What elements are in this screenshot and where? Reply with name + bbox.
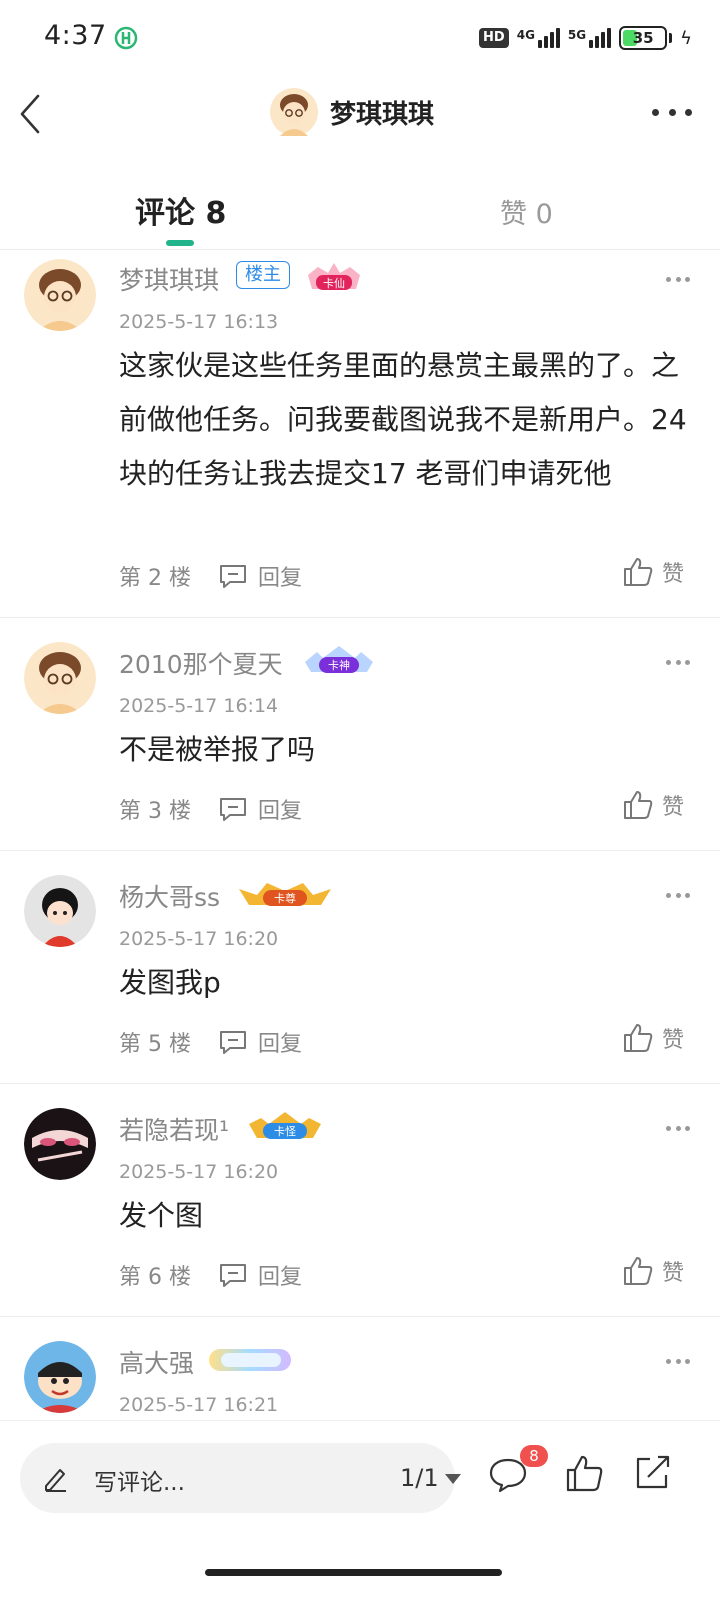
medal-label: 卡仙 (323, 277, 345, 290)
avatar[interactable] (24, 1108, 96, 1180)
tab-likes[interactable]: 赞 0 (500, 192, 553, 231)
comment-count-badge: 8 (520, 1445, 548, 1467)
comment-author[interactable]: 若隐若现¹ (119, 1111, 229, 1147)
comment-author[interactable]: 梦琪琪琪 (119, 261, 219, 297)
comment-placeholder: 写评论... (94, 1470, 185, 1496)
back-arrow-icon[interactable] (14, 92, 50, 136)
header-avatar[interactable] (270, 88, 318, 136)
level-medal-icon: 卡怪 (249, 1112, 321, 1139)
comment-author[interactable]: 2010那个夏天 (119, 645, 283, 681)
comment-actions: 第 6 楼 回复 赞 (119, 1257, 684, 1293)
reply-button[interactable]: 回复 (218, 560, 302, 592)
comment-item: 若隐若现¹ 卡怪 2025-5-17 16:20 发个图 第 6 楼 回复 赞 (0, 1084, 720, 1317)
hd-badge: HD (479, 28, 509, 48)
like-button[interactable]: 赞 (622, 1022, 684, 1054)
signal-4g-icon: 4G (517, 28, 560, 48)
reply-icon (220, 565, 246, 588)
comment-time: 2025-5-17 16:14 (119, 695, 279, 717)
thumbs-up-icon (623, 558, 653, 586)
comment-text: 不是被举报了吗 (119, 733, 316, 766)
comment-time: 2025-5-17 16:21 (119, 1394, 279, 1416)
comment-text: 发个图 (119, 1199, 204, 1232)
like-button[interactable]: 赞 (622, 1255, 684, 1287)
avatar[interactable] (24, 1341, 96, 1413)
pen-icon (45, 1469, 66, 1492)
comment-time: 2025-5-17 16:13 (119, 311, 279, 333)
bottom-bar: 写评论... 1/1 8 (0, 1420, 720, 1600)
avatar[interactable] (24, 875, 96, 947)
comment-more-icon[interactable] (666, 891, 690, 899)
tab-bar: 评论 8 赞 0 (0, 160, 720, 250)
comment-time: 2025-5-17 16:20 (119, 1161, 279, 1183)
comment-list: 梦琪琪琪 楼主 卡仙 2025-5-17 16:13 这家伙是这些任务里面的悬赏… (0, 251, 720, 1427)
battery-level: 35 (632, 29, 654, 47)
status-bar: 4:37 HD 4G 5G 35 ϟ (0, 0, 720, 76)
comment-item: 杨大哥ss 卡尊 2025-5-17 16:20 发图我p 第 5 楼 回复 赞 (0, 851, 720, 1084)
more-options-icon[interactable] (652, 100, 692, 124)
comment-text: 这家伙是这些任务里面的悬赏主最黑的了。之前做他任务。问我要截图说我不是新用户。2… (119, 349, 687, 490)
like-button[interactable]: 赞 (622, 556, 684, 588)
battery-icon: 35 (619, 26, 668, 50)
medal-label: 卡尊 (274, 891, 296, 905)
comment-actions: 第 3 楼 回复 赞 (119, 791, 684, 827)
comment-author[interactable]: 杨大哥ss (119, 878, 220, 914)
comment-item: 2010那个夏天 卡神 2025-5-17 16:14 不是被举报了吗 第 3 … (0, 618, 720, 851)
owner-badge: 楼主 (236, 261, 290, 289)
avatar[interactable] (24, 259, 96, 331)
avatar[interactable] (24, 642, 96, 714)
medal-label: 卡怪 (274, 1124, 296, 1138)
level-medal-icon: 卡尊 (239, 883, 331, 906)
reply-icon (220, 798, 246, 821)
charging-icon: ϟ (680, 27, 692, 49)
thumbs-up-icon (623, 1257, 653, 1285)
comment-more-icon[interactable] (666, 658, 690, 666)
top-nav: 梦琪琪琪 (0, 76, 720, 152)
floor-number: 第 6 楼 (119, 1265, 191, 1290)
reply-icon (220, 1264, 246, 1287)
comment-time: 2025-5-17 16:20 (119, 928, 279, 950)
comment-actions: 第 5 楼 回复 赞 (119, 1024, 684, 1060)
like-button[interactable]: 赞 (622, 789, 684, 821)
status-icons: HD 4G 5G 35 ϟ (479, 24, 692, 52)
comment-input[interactable]: 写评论... 1/1 (20, 1443, 461, 1513)
level-medal-icon (209, 1349, 291, 1371)
reply-button[interactable]: 回复 (218, 1026, 302, 1058)
chevron-down-icon[interactable] (445, 1474, 461, 1484)
comment-author[interactable]: 高大强 (119, 1344, 194, 1380)
status-time: 4:37 (44, 20, 107, 51)
comment-more-icon[interactable] (666, 1357, 690, 1365)
thumbs-up-icon[interactable] (564, 1453, 604, 1493)
level-medal-icon: 卡仙 (308, 263, 360, 290)
signal-5g-icon: 5G (568, 28, 612, 48)
tab-active-indicator (166, 240, 194, 246)
page-title: 梦琪琪琪 (330, 99, 435, 130)
comment-more-icon[interactable] (666, 275, 690, 283)
reply-icon (220, 1031, 246, 1054)
app-notification-icon (114, 26, 138, 50)
reply-button[interactable]: 回复 (218, 793, 302, 825)
share-icon[interactable] (634, 1453, 672, 1491)
comment-item: 梦琪琪琪 楼主 卡仙 2025-5-17 16:13 这家伙是这些任务里面的悬赏… (0, 251, 720, 618)
home-indicator[interactable] (205, 1569, 502, 1576)
header-user[interactable]: 梦琪琪琪 (270, 88, 434, 136)
tab-comments[interactable]: 评论 8 (135, 188, 226, 232)
comment-item: 高大强 2025-5-17 16:21 (0, 1317, 720, 1427)
page-indicator[interactable]: 1/1 (400, 1464, 439, 1492)
floor-number: 第 2 楼 (119, 566, 191, 591)
floor-number: 第 3 楼 (119, 799, 191, 824)
comment-text: 发图我p (119, 966, 221, 999)
comment-more-icon[interactable] (666, 1124, 690, 1132)
comment-actions: 第 2 楼 回复 赞 (119, 558, 684, 594)
level-medal-icon: 卡神 (305, 646, 373, 673)
thumbs-up-icon (623, 791, 653, 819)
reply-button[interactable]: 回复 (218, 1259, 302, 1291)
floor-number: 第 5 楼 (119, 1032, 191, 1057)
medal-label: 卡神 (328, 658, 350, 672)
thumbs-up-icon (623, 1024, 653, 1052)
